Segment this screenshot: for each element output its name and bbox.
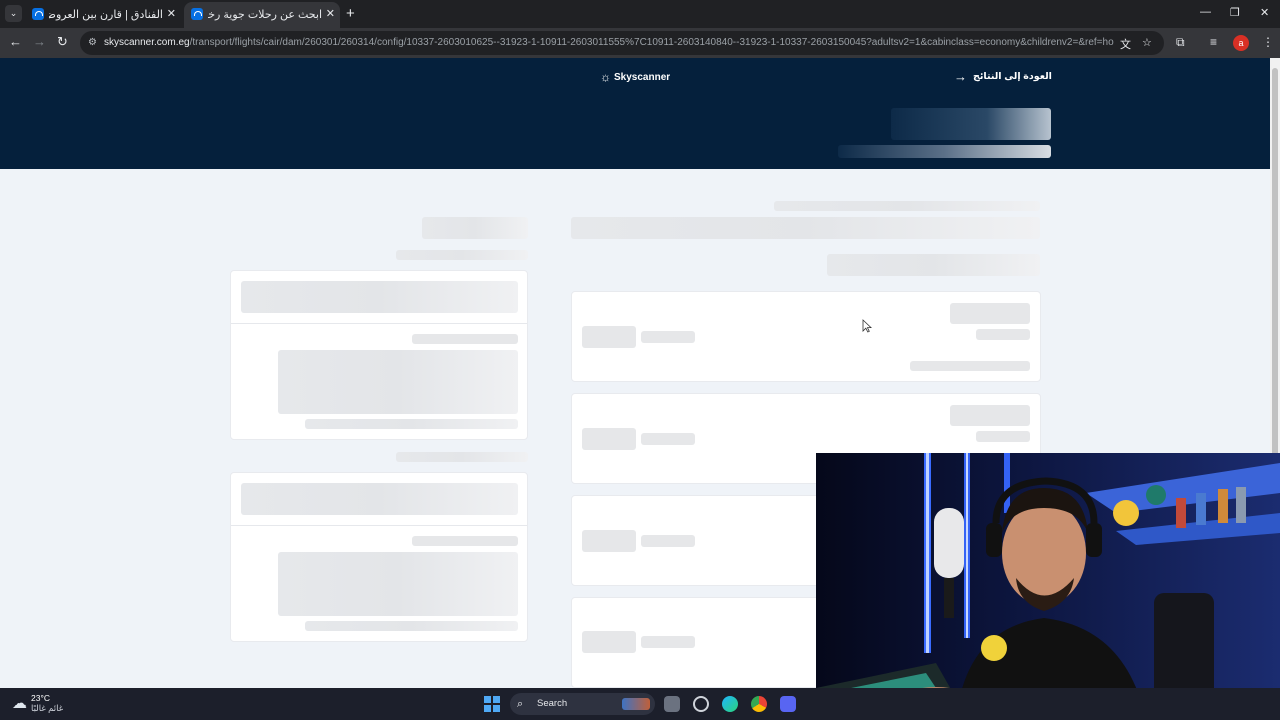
card-divider: [231, 323, 527, 324]
webcam-overlay: [816, 453, 1280, 720]
airline-name-skeleton: [641, 636, 695, 648]
tab-flights[interactable]: ابحث عن رحلات جوية رخيصة من ✕: [184, 2, 340, 28]
windows-start-icon[interactable]: [484, 696, 500, 712]
summary-subtitle-skeleton: [827, 254, 1040, 276]
tab-search-button[interactable]: ⌄: [5, 5, 22, 22]
browser-tab-strip: ⌄ الفنادق | قارن بين العروض الرخيصة ✕ اب…: [0, 0, 1280, 28]
arrow-right-icon: →: [954, 69, 967, 84]
leg-date-skeleton: [412, 536, 518, 546]
itinerary-title-skeleton: [422, 217, 528, 239]
leg-date-skeleton: [412, 334, 518, 344]
windows-taskbar: ☁ 23°C غائم غالبًا ⌕ Search: [0, 688, 1280, 720]
airline-logo-skeleton: [582, 326, 636, 348]
search-icon: ⌕: [517, 698, 524, 710]
extensions-icon[interactable]: ⧉: [1176, 35, 1185, 49]
section-label-skeleton: [396, 452, 528, 462]
skyscanner-favicon-icon: [191, 8, 203, 20]
airline-name-skeleton: [641, 433, 695, 445]
price-skeleton: [950, 303, 1030, 324]
itinerary-subtitle-skeleton: [396, 250, 528, 260]
task-view-icon[interactable]: [664, 696, 680, 712]
airline-logo-skeleton: [582, 530, 636, 552]
leg-timeline-skeleton: [278, 350, 518, 414]
price-skeleton: [950, 405, 1030, 426]
bookmark-star-icon[interactable]: ☆: [1142, 36, 1152, 49]
leg-timeline-skeleton: [278, 552, 518, 616]
return-leg-card: [230, 472, 528, 642]
summary-line-skeleton: [774, 201, 1040, 211]
airline-name-skeleton: [641, 331, 695, 343]
address-bar[interactable]: ⚙ skyscanner.com.eg/transport/flights/ca…: [80, 31, 1164, 55]
menu-dots-icon[interactable]: ⋮: [1262, 35, 1274, 49]
skyscanner-sunrise-icon: ☼: [600, 70, 611, 84]
brand-name: Skyscanner: [614, 71, 671, 83]
summary-title-skeleton: [571, 217, 1040, 239]
forward-arrow-icon[interactable]: →: [33, 34, 46, 50]
chrome-browser-icon[interactable]: [751, 696, 767, 712]
price-label-skeleton: [976, 329, 1030, 340]
leg-header-skeleton: [241, 281, 518, 313]
search-highlight-image: [622, 698, 650, 710]
skyscanner-logo[interactable]: ☼ Skyscanner: [600, 70, 670, 84]
tab-hotels[interactable]: الفنادق | قارن بين العروض الرخيصة ✕: [25, 2, 181, 28]
outbound-leg-card: [230, 270, 528, 440]
skyscanner-favicon-icon: [32, 8, 44, 20]
reload-icon[interactable]: ↻: [57, 34, 68, 50]
header-title-skeleton: [891, 108, 1051, 140]
details-skeleton: [910, 361, 1030, 371]
close-tab-icon[interactable]: ✕: [167, 7, 176, 20]
copilot-icon[interactable]: [693, 696, 709, 712]
partly-cloudy-icon: ☁: [12, 695, 27, 712]
scrollbar-thumb[interactable]: [1272, 68, 1278, 458]
airline-name-skeleton: [641, 535, 695, 547]
temperature: 23°C: [31, 693, 50, 703]
back-arrow-icon[interactable]: ←: [9, 34, 22, 50]
site-info-icon[interactable]: ⚙: [88, 37, 100, 49]
streamer-webcam-image: [816, 453, 1280, 720]
leg-footer-skeleton: [305, 621, 518, 631]
restore-icon[interactable]: ❐: [1230, 6, 1240, 19]
new-tab-button[interactable]: +: [346, 6, 355, 21]
tab-groups-icon[interactable]: ≡: [1210, 35, 1217, 49]
flight-option-card[interactable]: [571, 291, 1041, 382]
tab-title: ابحث عن رحلات جوية رخيصة من: [208, 9, 322, 21]
header-subtitle-skeleton: [838, 145, 1051, 158]
site-header: ☼ Skyscanner العودة إلى النتائج →: [0, 58, 1270, 169]
leg-header-skeleton: [241, 483, 518, 515]
taskbar-search-label: Search: [537, 698, 568, 709]
weather-condition: غائم غالبًا: [31, 703, 64, 713]
price-label-skeleton: [976, 431, 1030, 442]
edge-browser-icon[interactable]: [722, 696, 738, 712]
close-window-icon[interactable]: ✕: [1260, 6, 1269, 19]
card-divider: [231, 525, 527, 526]
taskbar-search[interactable]: ⌕ Search: [510, 693, 655, 715]
back-to-results-link[interactable]: العودة إلى النتائج →: [954, 69, 1052, 84]
airline-logo-skeleton: [582, 428, 636, 450]
tab-title: الفنادق | قارن بين العروض الرخيصة: [49, 9, 163, 21]
browser-toolbar: ← → ↻ ⚙ skyscanner.com.eg/transport/flig…: [0, 28, 1280, 58]
airline-logo-skeleton: [582, 631, 636, 653]
translate-icon[interactable]: 文: [1120, 36, 1131, 52]
mouse-cursor-icon: [862, 319, 872, 333]
discord-icon[interactable]: [780, 696, 796, 712]
profile-avatar[interactable]: a: [1233, 35, 1249, 51]
url-text[interactable]: skyscanner.com.eg/transport/flights/cair…: [104, 37, 1114, 48]
minimize-icon[interactable]: —: [1200, 6, 1211, 18]
weather-widget[interactable]: ☁ 23°C غائم غالبًا: [12, 693, 63, 713]
back-to-results-label: العودة إلى النتائج: [973, 71, 1052, 82]
close-tab-icon[interactable]: ✕: [326, 7, 335, 20]
leg-footer-skeleton: [305, 419, 518, 429]
